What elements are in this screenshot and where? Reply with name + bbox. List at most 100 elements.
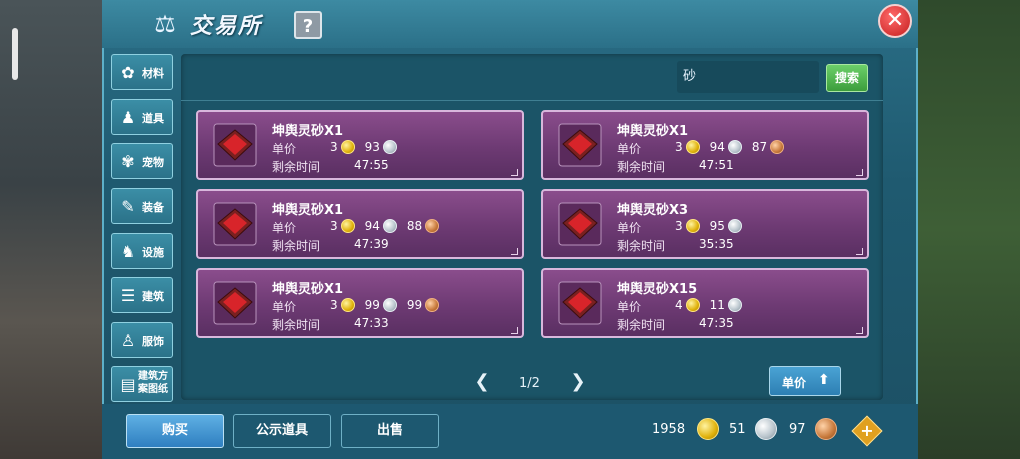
item-name: 坤舆灵砂X3 [617, 203, 689, 218]
corner-mark [511, 327, 518, 334]
wallet-gold: 1958 [652, 422, 686, 437]
public-items-button[interactable]: 公示道具 [233, 414, 331, 448]
unit-price: 3 93 [330, 140, 397, 154]
copper-coin-icon [425, 219, 440, 233]
gold-coin-icon [340, 298, 355, 312]
copper-amount: 99 [406, 298, 423, 312]
sort-arrow-up-icon: ⬆ [818, 372, 830, 388]
spirit-sand-icon [213, 202, 257, 246]
listing-card[interactable]: 坤舆灵砂X15 单价 4 11 剩余时间 47:35 [541, 268, 869, 338]
silver-coin-icon [382, 140, 397, 154]
silver-amount: 93 [364, 140, 380, 154]
silver-coin-icon [755, 418, 777, 440]
background-right [910, 0, 1020, 459]
gold-amount: 4 [675, 298, 683, 312]
silver-amount: 11 [709, 298, 725, 312]
listing-card[interactable]: 坤舆灵砂X1 单价 3 94 87 剩余时间 47:51 [541, 110, 869, 180]
blueprint-icon: ▤ [120, 375, 136, 394]
unit-price: 3 94 87 [675, 140, 785, 154]
gold-coin-icon [685, 140, 700, 154]
corner-mark [856, 169, 863, 176]
spirit-sand-icon [213, 123, 257, 167]
next-page-icon[interactable]: ❯ [568, 372, 588, 392]
corner-mark [856, 248, 863, 255]
unit-price-label: 单价 [272, 142, 297, 156]
unit-price-label: 单价 [617, 300, 642, 314]
remaining-time-label: 剩余时间 [272, 318, 321, 332]
page-title: 交易所 [190, 14, 263, 39]
unit-price: 3 94 88 [330, 219, 440, 233]
sell-button[interactable]: 出售 [341, 414, 439, 448]
copper-coin-icon [770, 140, 785, 154]
unit-price-label: 单价 [617, 142, 642, 156]
sidebar-item-facilities[interactable]: ♞ 设施 [111, 233, 173, 269]
silver-coin-icon [727, 140, 742, 154]
listing-card[interactable]: 坤舆灵砂X1 单价 3 94 88 剩余时间 47:39 [196, 189, 524, 259]
facility-icon: ♞ [120, 242, 136, 261]
plus-icon: + [860, 421, 874, 440]
silver-coin-icon [727, 219, 742, 233]
sidebar-item-items[interactable]: ♟ 道具 [111, 99, 173, 135]
equipment-icon: ✎ [121, 197, 135, 216]
search-button[interactable]: 搜索 [826, 64, 868, 92]
remaining-time-label: 剩余时间 [272, 160, 321, 174]
silver-amount: 94 [364, 219, 380, 233]
gold-coin-icon [340, 140, 355, 154]
item-name: 坤舆灵砂X1 [272, 282, 344, 297]
listing-card[interactable]: 坤舆灵砂X1 单价 3 93 剩余时间 47:55 [196, 110, 524, 180]
copper-coin-icon [815, 418, 837, 440]
sidebar-item-label: 建筑 [142, 290, 164, 303]
copper-coin-icon [425, 298, 440, 312]
sort-label: 单价 [782, 376, 807, 390]
sidebar-item-materials[interactable]: ✿ 材料 [111, 54, 173, 90]
gold-amount: 3 [675, 140, 683, 154]
left-handle[interactable] [12, 28, 18, 80]
remaining-time: 47:55 [354, 158, 389, 172]
sidebar-item-label: 服饰 [142, 335, 164, 348]
buy-button[interactable]: 购买 [126, 414, 224, 448]
remaining-time: 47:51 [699, 158, 734, 172]
sidebar-item-equipment[interactable]: ✎ 装备 [111, 188, 173, 224]
corner-mark [511, 169, 518, 176]
sidebar-item-pets[interactable]: ✾ 宠物 [111, 143, 173, 179]
wallet-silver: 51 [729, 422, 746, 437]
copper-amount: 88 [406, 219, 423, 233]
silver-coin-icon [382, 298, 397, 312]
sidebar-item-label: 宠物 [142, 156, 164, 169]
unit-price-label: 单价 [272, 300, 297, 314]
sidebar-item-buildings[interactable]: ☰ 建筑 [111, 277, 173, 313]
unit-price-label: 单价 [617, 221, 642, 235]
prev-page-icon[interactable]: ❮ [472, 372, 492, 392]
sort-by-price-button[interactable]: 单价 ⬆ [769, 366, 841, 396]
sidebar-item-label: 材料 [142, 67, 164, 80]
gold-amount: 3 [675, 219, 683, 233]
corner-mark [856, 327, 863, 334]
sidebar-item-label: 道具 [142, 112, 164, 125]
close-button[interactable]: ✕ [878, 4, 912, 38]
spirit-sand-icon [558, 202, 602, 246]
wallet-copper: 97 [789, 422, 806, 437]
materials-icon: ✿ [121, 63, 135, 82]
gold-amount: 3 [330, 298, 338, 312]
sidebar-item-clothing[interactable]: ♙ 服饰 [111, 322, 173, 358]
listing-card[interactable]: 坤舆灵砂X1 单价 3 99 99 剩余时间 47:33 [196, 268, 524, 338]
spirit-sand-icon [213, 281, 257, 325]
unit-price-label: 单价 [272, 221, 297, 235]
remaining-time: 47:33 [354, 316, 389, 330]
sidebar-item-blueprints[interactable]: ▤ 建筑方案图纸 [111, 366, 173, 402]
gold-amount: 3 [330, 219, 338, 233]
sidebar-item-label: 装备 [142, 201, 164, 214]
corner-mark [511, 248, 518, 255]
clothing-icon: ♙ [120, 331, 136, 350]
scale-icon: ⚖ [154, 10, 176, 38]
gold-coin-icon [697, 418, 719, 440]
listing-card[interactable]: 坤舆灵砂X3 单价 3 95 剩余时间 35:35 [541, 189, 869, 259]
spirit-sand-icon [558, 123, 602, 167]
remaining-time-label: 剩余时间 [617, 160, 666, 174]
remaining-time: 35:35 [699, 237, 734, 251]
item-icon: ♟ [120, 108, 136, 127]
help-button[interactable]: ? [294, 11, 322, 39]
unit-price: 4 11 [675, 298, 742, 312]
silver-coin-icon [727, 298, 742, 312]
search-input[interactable]: 砂 [677, 61, 819, 93]
